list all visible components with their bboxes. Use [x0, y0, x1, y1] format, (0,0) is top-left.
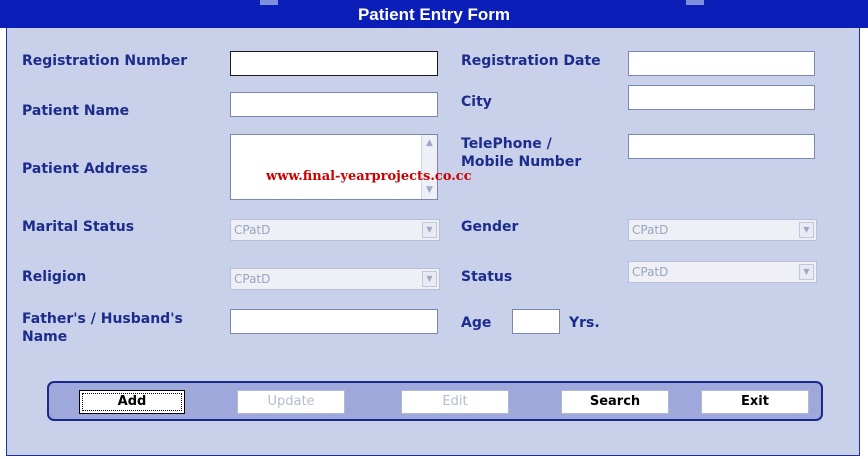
- status-label: Status: [461, 269, 513, 285]
- watermark-text: www.final-yearprojects.co.cc: [266, 169, 472, 184]
- title-bar: Patient Entry Form: [0, 0, 868, 28]
- gender-value: CPatD: [632, 223, 669, 237]
- action-button-bar: Add Update Edit Search Exit: [47, 381, 823, 421]
- status-value: CPatD: [632, 265, 669, 279]
- search-button[interactable]: Search: [561, 390, 669, 414]
- gender-label: Gender: [461, 219, 519, 235]
- update-button[interactable]: Update: [237, 390, 345, 414]
- city-label: City: [461, 94, 492, 110]
- titlebar-left-accent: [260, 0, 278, 5]
- chevron-down-icon[interactable]: ▼: [799, 222, 814, 238]
- father-husband-name-input[interactable]: [230, 309, 438, 334]
- age-label: Age: [461, 315, 492, 331]
- scroll-down-icon[interactable]: ▼: [422, 183, 437, 198]
- religion-label: Religion: [22, 269, 87, 285]
- city-input[interactable]: [628, 85, 815, 110]
- religion-value: CPatD: [234, 272, 271, 286]
- telephone-label-line2: Mobile Number: [461, 154, 582, 170]
- chevron-down-icon[interactable]: ▼: [799, 264, 814, 280]
- registration-number-input[interactable]: [230, 51, 438, 76]
- registration-date-input[interactable]: [628, 51, 815, 76]
- telephone-input[interactable]: [628, 134, 815, 159]
- age-input[interactable]: [512, 309, 560, 334]
- father-husband-name-label-line1: Father's / Husband's: [22, 311, 183, 327]
- patient-entry-form: Registration Number Patient Name Patient…: [6, 28, 860, 456]
- marital-status-value: CPatD: [234, 223, 271, 237]
- chevron-down-icon[interactable]: ▼: [422, 222, 437, 238]
- registration-date-label: Registration Date: [461, 53, 601, 69]
- address-scrollbar[interactable]: ▲ ▼: [421, 135, 437, 199]
- registration-number-label: Registration Number: [22, 53, 188, 69]
- patient-name-input[interactable]: [230, 92, 438, 117]
- titlebar-right-accent: [686, 0, 704, 5]
- marital-status-select[interactable]: CPatD ▼: [230, 219, 440, 241]
- telephone-label-line1: TelePhone /: [461, 136, 552, 152]
- religion-select[interactable]: CPatD ▼: [230, 268, 440, 290]
- years-label: Yrs.: [569, 315, 600, 331]
- add-button[interactable]: Add: [79, 390, 185, 414]
- patient-address-label: Patient Address: [22, 161, 148, 177]
- chevron-down-icon[interactable]: ▼: [422, 271, 437, 287]
- gender-select[interactable]: CPatD ▼: [628, 219, 817, 241]
- status-select[interactable]: CPatD ▼: [628, 261, 817, 283]
- exit-button[interactable]: Exit: [701, 390, 809, 414]
- patient-address-textarea[interactable]: ▲ ▼: [230, 134, 438, 200]
- scroll-up-icon[interactable]: ▲: [422, 136, 437, 151]
- window-title: Patient Entry Form: [357, 5, 511, 24]
- marital-status-label: Marital Status: [22, 219, 135, 235]
- edit-button[interactable]: Edit: [401, 390, 509, 414]
- father-husband-name-label-line2: Name: [22, 329, 68, 345]
- patient-name-label: Patient Name: [22, 103, 130, 119]
